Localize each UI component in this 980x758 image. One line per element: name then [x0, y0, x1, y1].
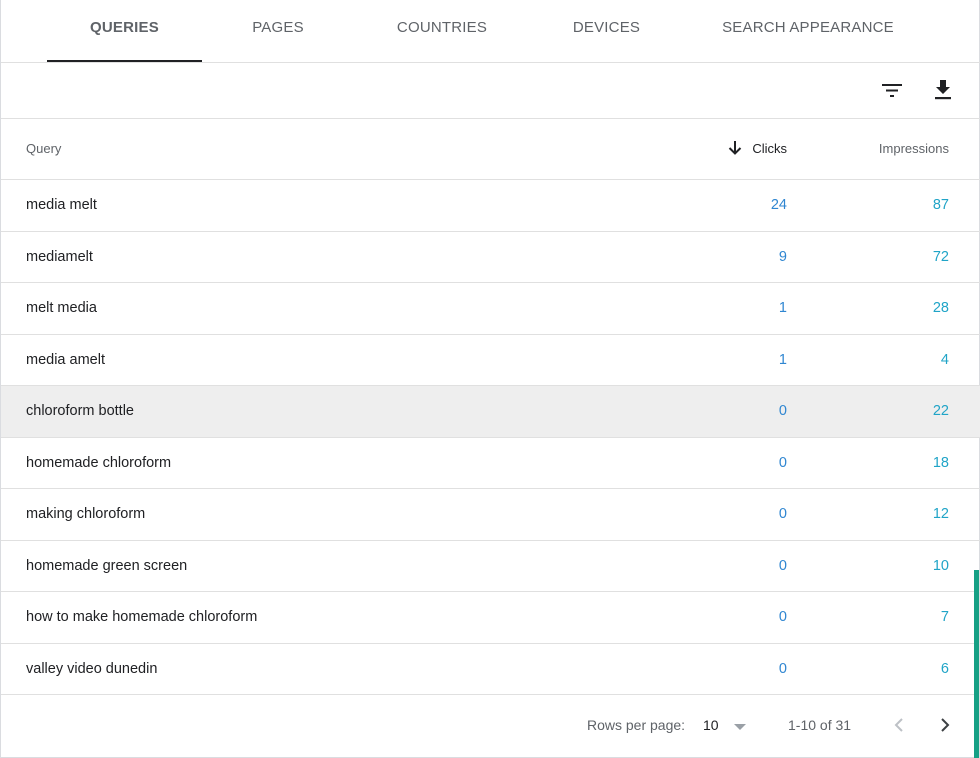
impressions-cell: 4	[940, 351, 949, 368]
clicks-cell: 0	[778, 506, 787, 522]
rows-per-page-label: Rows per page:	[587, 717, 686, 733]
table-row[interactable]: homemade chloroform 0 18	[1, 438, 980, 489]
arrow-down-icon	[729, 140, 742, 155]
column-header-query[interactable]: Query	[26, 119, 61, 179]
pagination-range: 1-10 of 31	[788, 717, 852, 733]
query-cell: making chloroform	[26, 506, 146, 522]
table-row[interactable]: valley video dunedin 0 6	[1, 644, 980, 695]
clicks-cell: 0	[778, 609, 787, 625]
tab-pages[interactable]: PAGES	[217, 0, 339, 62]
clicks-cell: 0	[778, 660, 787, 677]
tab-countries[interactable]: COUNTRIES	[373, 0, 511, 62]
column-header-clicks-label: Clicks	[752, 141, 787, 156]
impressions-cell: 18	[932, 454, 949, 471]
dropdown-arrow-icon	[733, 724, 746, 730]
clicks-cell: 24	[770, 197, 787, 213]
query-cell: homemade chloroform	[26, 454, 172, 471]
filter-list-icon[interactable]	[877, 75, 907, 105]
query-cell: valley video dunedin	[26, 660, 158, 677]
table-row[interactable]: homemade green screen 0 10	[1, 541, 980, 592]
clicks-cell: 0	[778, 454, 787, 471]
pagination-bar: Rows per page: 10 1-10 of 31	[1, 696, 980, 758]
rows-per-page-value: 10	[703, 717, 719, 733]
chevron-left-icon	[894, 718, 903, 732]
impressions-cell: 22	[932, 403, 949, 419]
clicks-cell: 9	[778, 248, 787, 265]
performance-table-card: QUERIES PAGES COUNTRIES DEVICES SEARCH A…	[0, 0, 980, 758]
previous-page-button[interactable]	[890, 696, 908, 754]
tab-search-appearance[interactable]: SEARCH APPEARANCE	[713, 0, 903, 62]
query-cell: mediamelt	[26, 248, 93, 265]
table-toolbar	[1, 63, 980, 119]
table-header-row: Query Clicks Impressions	[1, 119, 980, 180]
table-row[interactable]: mediamelt 9 72	[1, 232, 980, 283]
clicks-cell: 0	[778, 403, 787, 419]
impressions-cell: 87	[932, 197, 949, 213]
clicks-cell: 1	[778, 351, 787, 368]
column-header-clicks[interactable]: Clicks	[728, 119, 787, 179]
query-cell: how to make homemade chloroform	[26, 609, 258, 625]
report-tabs: QUERIES PAGES COUNTRIES DEVICES SEARCH A…	[1, 0, 980, 63]
impressions-cell: 72	[932, 248, 949, 265]
query-cell: melt media	[26, 300, 97, 316]
download-icon[interactable]	[928, 75, 958, 105]
query-cell: homemade green screen	[26, 557, 188, 574]
table-row[interactable]: media melt 24 87	[1, 180, 980, 232]
query-cell: chloroform bottle	[26, 403, 134, 419]
table-row[interactable]: how to make homemade chloroform 0 7	[1, 592, 980, 644]
query-cell: media amelt	[26, 351, 105, 368]
impressions-cell: 12	[932, 506, 949, 522]
scrollbar-thumb[interactable]	[974, 570, 979, 758]
clicks-cell: 1	[778, 300, 787, 316]
table-row[interactable]: media amelt 1 4	[1, 335, 980, 386]
impressions-cell: 7	[940, 609, 949, 625]
rows-per-page-select[interactable]: 10	[703, 696, 747, 754]
tab-queries[interactable]: QUERIES	[47, 0, 202, 62]
column-header-impressions[interactable]: Impressions	[879, 119, 949, 179]
next-page-button[interactable]	[936, 696, 954, 754]
table-row[interactable]: melt media 1 28	[1, 283, 980, 335]
table-row-hovered[interactable]: chloroform bottle 0 22	[1, 386, 980, 438]
table-row[interactable]: making chloroform 0 12	[1, 489, 980, 541]
query-cell: media melt	[26, 197, 97, 213]
impressions-cell: 10	[932, 557, 949, 574]
chevron-right-icon	[941, 718, 950, 732]
clicks-cell: 0	[778, 557, 787, 574]
impressions-cell: 6	[940, 660, 949, 677]
tab-devices[interactable]: DEVICES	[549, 0, 664, 62]
impressions-cell: 28	[932, 300, 949, 316]
